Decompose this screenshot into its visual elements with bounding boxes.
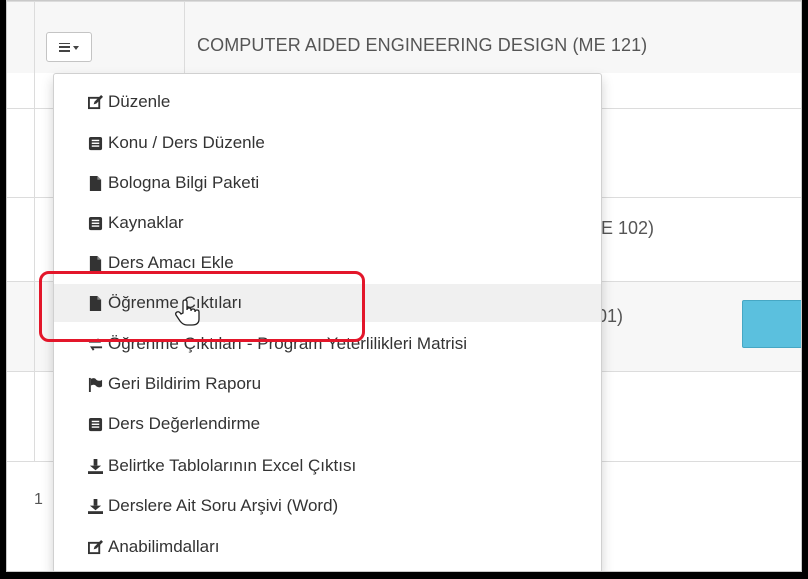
file-icon [88, 255, 103, 271]
flag-icon [88, 377, 103, 392]
file-icon [88, 175, 103, 191]
menu-item-konu-ders-duzenle[interactable]: Konu / Ders Düzenle [54, 124, 601, 162]
hand-cursor-icon [175, 299, 200, 326]
page-frame: COMPUTER AIDED ENGINEERING DESIGN (ME 12… [6, 0, 802, 572]
edit-icon [88, 94, 103, 110]
menu-toggle-button[interactable] [46, 32, 92, 62]
caret-down-icon [73, 45, 79, 50]
menu-item-label: Anabilimdalları [108, 537, 220, 556]
menu-item-label: Geri Bildirim Raporu [108, 374, 262, 393]
action-button[interactable] [742, 300, 801, 348]
row-number: 1 [34, 491, 43, 508]
menu-item-label: Derslere Ait Soru Arşivi (Word) [108, 496, 339, 515]
hamburger-icon [59, 42, 70, 52]
course-title[interactable]: COMPUTER AIDED ENGINEERING DESIGN (ME 12… [197, 35, 647, 56]
menu-item-label: Belirtke Tablolarının Excel Çıktısı [108, 456, 357, 475]
menu-item-label: Ders Amacı Ekle [108, 253, 234, 272]
menu-item-kaynaklar[interactable]: Kaynaklar [54, 204, 601, 242]
highlight-box [39, 271, 365, 342]
edit-icon [88, 539, 103, 555]
menu-item-label: Kaynaklar [108, 213, 184, 232]
menu-item-soru-arsivi[interactable]: Derslere Ait Soru Arşivi (Word) [54, 487, 601, 525]
book-icon [88, 417, 103, 432]
menu-item-anabilimdallari[interactable]: Anabilimdalları [54, 528, 601, 566]
menu-item-geri-bildirim-raporu[interactable]: Geri Bildirim Raporu [54, 365, 601, 403]
menu-item-duzenle[interactable]: Düzenle [54, 83, 601, 121]
menu-item-bologna-bilgi-paketi[interactable]: Bologna Bilgi Paketi [54, 164, 601, 202]
book-icon [88, 136, 103, 151]
menu-item-label: Ders Değerlendirme [108, 414, 261, 433]
download-icon [88, 498, 103, 514]
download-icon [88, 458, 103, 474]
book-icon [88, 216, 103, 231]
menu-item-label: Düzenle [108, 92, 171, 111]
menu-item-belirtke-excel[interactable]: Belirtke Tablolarının Excel Çıktısı [54, 447, 601, 485]
menu-item-label: Konu / Ders Düzenle [108, 133, 265, 152]
menu-item-ders-degerlendirme[interactable]: Ders Değerlendirme [54, 405, 601, 443]
menu-item-label: Bologna Bilgi Paketi [108, 173, 260, 192]
